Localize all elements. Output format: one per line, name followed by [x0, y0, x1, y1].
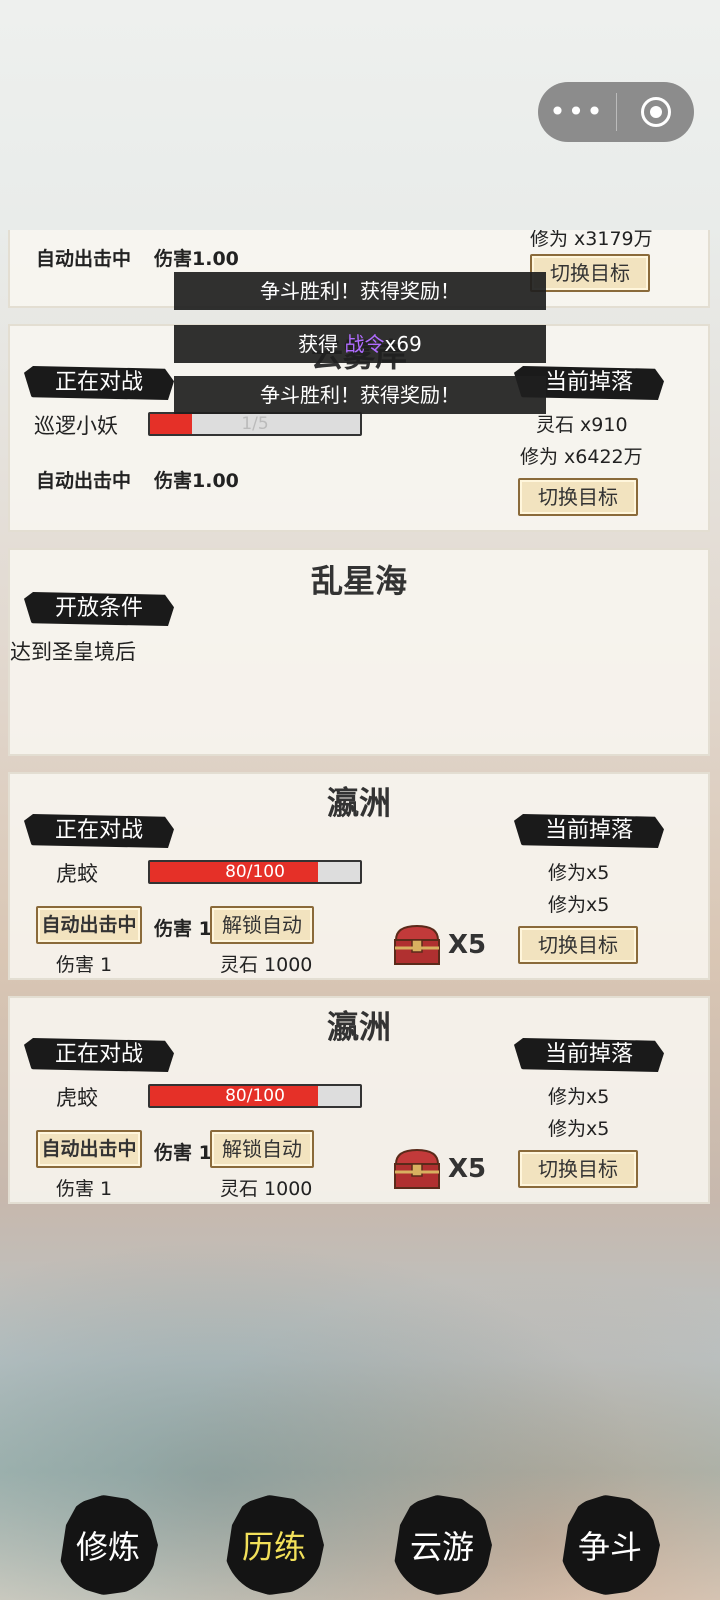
damage-value: 伤害1.00: [154, 470, 239, 492]
drop-item: 修为x5: [548, 1086, 610, 1108]
target-icon[interactable]: [617, 97, 694, 127]
drop-item: 修为x5: [548, 1118, 610, 1140]
auto-status: 自动出击中: [36, 470, 132, 492]
nav-travel[interactable]: 云游: [392, 1495, 492, 1595]
condition-tag: 开放条件: [24, 592, 174, 626]
switch-target-button[interactable]: 切换目标: [518, 926, 638, 964]
toast-message: 争斗胜利！获得奖励！: [174, 376, 546, 414]
drop-item: 修为x5: [548, 862, 610, 884]
toast-message: 获得 战令x69: [174, 325, 546, 363]
status-tag: 正在对战: [24, 366, 174, 400]
more-dots-icon[interactable]: •••: [538, 82, 616, 142]
stage-card-locked: 乱星海 开放条件 达到圣皇境后: [8, 548, 710, 756]
damage-value: 伤害 1: [154, 1142, 212, 1164]
miniprogram-capsule: •••: [538, 82, 694, 142]
toast-suffix: x69: [384, 332, 422, 356]
enemy-name: 巡逻小妖: [34, 414, 118, 438]
auto-attack-button[interactable]: 自动出击中: [36, 1130, 142, 1168]
treasure-chest-icon[interactable]: [390, 922, 444, 968]
nav-label: 争斗: [577, 1528, 642, 1566]
unlock-cost: 灵石 1000: [220, 954, 313, 976]
drop-item: 灵石 x910: [536, 414, 628, 436]
switch-target-button[interactable]: 切换目标: [518, 478, 638, 516]
chest-count: X5: [448, 1154, 487, 1184]
stage-card: 瀛洲 正在对战 当前掉落 虎蛟 80/100 修为x5 修为x5 自动出击中 伤…: [8, 996, 710, 1204]
unlock-cost: 灵石 1000: [220, 1178, 313, 1200]
drop-item: 修为 x6422万: [520, 446, 643, 468]
toast-prefix: 获得: [298, 332, 345, 356]
toast-message: 争斗胜利！获得奖励！: [174, 272, 546, 310]
enemy-name: 虎蛟: [56, 1086, 98, 1110]
auto-attack-button[interactable]: 自动出击中: [36, 906, 142, 944]
damage-value: 伤害1.00: [154, 248, 239, 270]
hp-text: 1/5: [241, 414, 269, 434]
status-tag: 正在对战: [24, 1038, 174, 1072]
hp-bar: 1/5: [148, 412, 362, 436]
nav-battle[interactable]: 争斗: [560, 1495, 660, 1595]
damage-sub: 伤害 1: [56, 1178, 113, 1200]
unlock-condition: 达到圣皇境后: [10, 640, 136, 664]
nav-train[interactable]: 历练: [224, 1495, 324, 1595]
unlock-auto-button[interactable]: 解锁自动: [210, 906, 314, 944]
status-tag: 正在对战: [24, 814, 174, 848]
nav-cultivate[interactable]: 修炼: [58, 1495, 158, 1595]
drop-tag: 当前掉落: [514, 1038, 664, 1072]
damage-sub: 伤害 1: [56, 954, 113, 976]
nav-label: 云游: [409, 1528, 474, 1566]
nav-label: 修炼: [75, 1528, 140, 1566]
chest-count: X5: [448, 930, 487, 960]
auto-status: 自动出击中: [36, 248, 132, 270]
drop-item: 修为x5: [548, 894, 610, 916]
hp-text: 80/100: [225, 862, 285, 882]
unlock-auto-button[interactable]: 解锁自动: [210, 1130, 314, 1168]
drop-tag: 当前掉落: [514, 814, 664, 848]
hp-bar: 80/100: [148, 1084, 362, 1108]
treasure-chest-icon[interactable]: [390, 1146, 444, 1192]
switch-target-button[interactable]: 切换目标: [518, 1150, 638, 1188]
nav-label: 历练: [241, 1528, 306, 1566]
damage-value: 伤害 1: [154, 918, 212, 940]
drop-item: 修为 x3179万: [530, 230, 653, 250]
hp-text: 80/100: [225, 1086, 285, 1106]
stage-card: 瀛洲 正在对战 当前掉落 虎蛟 80/100 修为x5 修为x5 自动出击中 伤…: [8, 772, 710, 980]
switch-target-button[interactable]: 切换目标: [530, 254, 650, 292]
toast-highlight: 战令: [344, 332, 385, 356]
enemy-name: 虎蛟: [56, 862, 98, 886]
hp-bar: 80/100: [148, 860, 362, 884]
